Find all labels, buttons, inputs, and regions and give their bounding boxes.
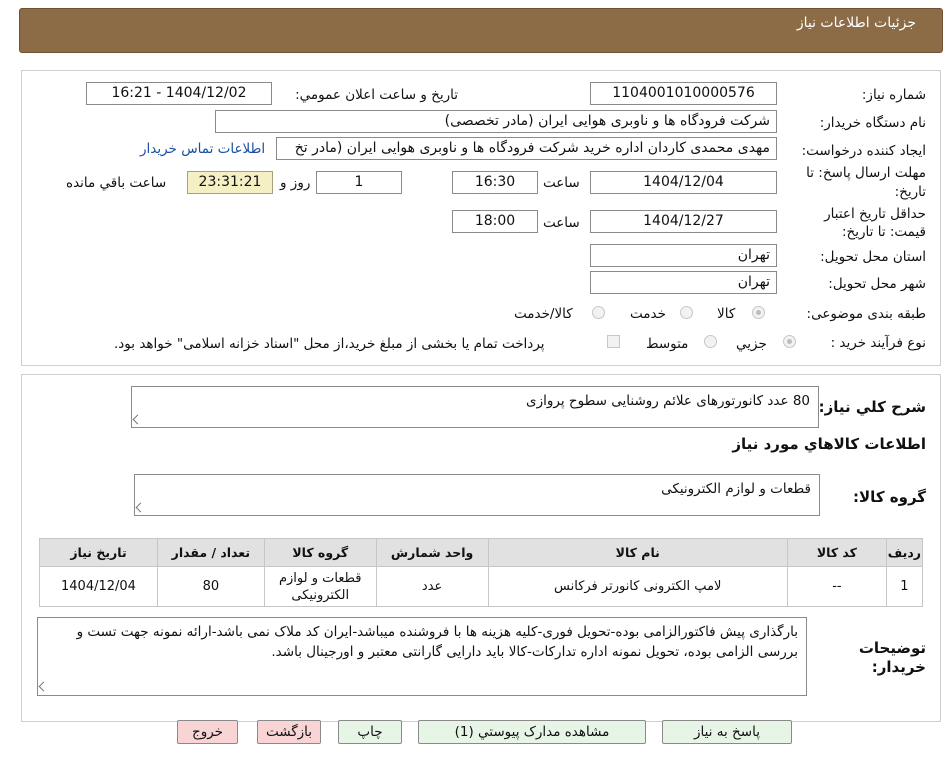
- cell-name: لامپ الکترونی کانورتر فرکانس: [487, 566, 788, 607]
- notes-text: بارگذاری پیش فاکتورالزامی بوده-تحویل فور…: [76, 624, 798, 660]
- cell-date: 1404/12/04: [39, 566, 158, 607]
- deadline-label: مهلت ارسال پاسخ: تا: [806, 165, 926, 181]
- view-attachments-button[interactable]: مشاهده مدارک پیوستي (1): [418, 720, 646, 744]
- category-both-radio[interactable]: [592, 306, 605, 319]
- cell-code: --: [786, 566, 887, 607]
- validity-time-label: ساعت: [543, 215, 580, 231]
- payment-note: پرداخت تمام یا بخشی از مبلغ خرید،از محل …: [114, 336, 545, 352]
- province-field: تهران: [590, 244, 777, 267]
- cell-group: قطعات و لوازم الکترونیکی: [263, 566, 377, 607]
- buyer-contact-link[interactable]: اطلاعات تماس خریدار: [140, 141, 265, 157]
- province-label: استان محل تحویل:: [820, 249, 926, 265]
- announce-field: 1404/12/02 - 16:21: [86, 82, 272, 105]
- reply-button[interactable]: پاسخ به نیاز: [662, 720, 792, 744]
- validity-time-field: 18:00: [452, 210, 538, 233]
- validity-label: حداقل تاریخ اعتبار: [824, 206, 926, 222]
- goods-info-title: اطلاعات کالاهاي مورد نياز: [732, 435, 926, 453]
- category-service-radio[interactable]: [680, 306, 693, 319]
- notes-textarea[interactable]: بارگذاری پیش فاکتورالزامی بوده-تحویل فور…: [37, 617, 807, 696]
- validity-label-line2: قیمت: تا تاریخ:: [842, 224, 926, 240]
- city-field: تهران: [590, 271, 777, 294]
- validity-date-field: 1404/12/27: [590, 210, 777, 233]
- need-number-label: شماره نیاز:: [861, 87, 926, 103]
- category-label: طبقه بندی موضوعی:: [806, 306, 926, 322]
- deadline-label-line2: تاریخ:: [894, 184, 926, 200]
- requester-label: ایجاد کننده درخواست:: [801, 143, 926, 159]
- category-goods-label: کالا: [717, 306, 736, 322]
- process-medium-label: متوسط: [646, 336, 689, 352]
- summary-text: 80 عدد کانورتورهای علائم روشنایی سطوح پر…: [526, 393, 810, 409]
- summary-label: شرح کلي نیاز:: [818, 398, 926, 416]
- days-label: روز و: [280, 175, 311, 191]
- table-row: 1 -- لامپ الکترونی کانورتر فرکانس عدد قط…: [39, 566, 924, 607]
- process-minor-radio[interactable]: [783, 335, 796, 348]
- col-header-code: کد کالا: [786, 538, 887, 567]
- category-goods-radio[interactable]: [752, 306, 765, 319]
- summary-textarea[interactable]: 80 عدد کانورتورهای علائم روشنایی سطوح پر…: [131, 386, 819, 428]
- buyer-org-field: شرکت فرودگاه ها و ناوبری هوایی ایران (ما…: [215, 110, 777, 133]
- remaining-label: ساعت باقي مانده: [66, 175, 167, 191]
- goods-table: ردیف کد کالا نام کالا واحد شمارش گروه کا…: [39, 538, 924, 607]
- col-header-name: نام کالا: [487, 538, 788, 567]
- col-header-row-number: ردیف: [885, 538, 924, 567]
- notes-label-line2: خریدار:: [871, 658, 926, 676]
- treasury-payment-checkbox[interactable]: [607, 335, 620, 348]
- category-both-label: کالا/خدمت: [514, 306, 573, 322]
- process-label: نوع فرآیند خرید :: [830, 335, 926, 351]
- goods-group-label: گروه کالا:: [853, 488, 926, 506]
- back-button[interactable]: بازگشت: [257, 720, 321, 744]
- process-minor-label: جزیي: [736, 336, 767, 352]
- exit-button[interactable]: خروج: [177, 720, 238, 744]
- city-label: شهر محل تحویل:: [828, 276, 926, 292]
- category-service-label: خدمت: [630, 306, 666, 322]
- deadline-date-field: 1404/12/04: [590, 171, 777, 194]
- goods-group-textarea[interactable]: قطعات و لوازم الکترونیکی: [134, 474, 820, 516]
- cell-row-number: 1: [885, 566, 924, 607]
- need-number-field: 1104001010000576: [590, 82, 777, 105]
- days-field: 1: [316, 171, 402, 194]
- table-header-row: ردیف کد کالا نام کالا واحد شمارش گروه کا…: [39, 538, 924, 567]
- col-header-group: گروه کالا: [263, 538, 377, 567]
- page-title: جزئیات اطلاعات نیاز: [796, 15, 916, 31]
- buyer-org-label: نام دستگاه خریدار:: [819, 115, 926, 131]
- requester-field: مهدی محمدی کاردان اداره خرید شرکت فرودگا…: [276, 137, 777, 160]
- deadline-time-label: ساعت: [543, 175, 580, 191]
- goods-group-text: قطعات و لوازم الکترونیکی: [661, 481, 811, 497]
- deadline-time-field: 16:30: [452, 171, 538, 194]
- print-button[interactable]: چاپ: [338, 720, 402, 744]
- process-medium-radio[interactable]: [704, 335, 717, 348]
- col-header-unit: واحد شمارش: [375, 538, 489, 567]
- notes-label: توضیحات: [858, 639, 926, 657]
- col-header-quantity: تعداد / مقدار: [156, 538, 265, 567]
- remaining-time-field: 23:31:21: [187, 171, 273, 194]
- cell-unit: عدد: [375, 566, 489, 607]
- announce-label: تاریخ و ساعت اعلان عمومي:: [295, 87, 458, 103]
- col-header-date: تاریخ نیاز: [39, 538, 158, 567]
- cell-quantity: 80: [156, 566, 265, 607]
